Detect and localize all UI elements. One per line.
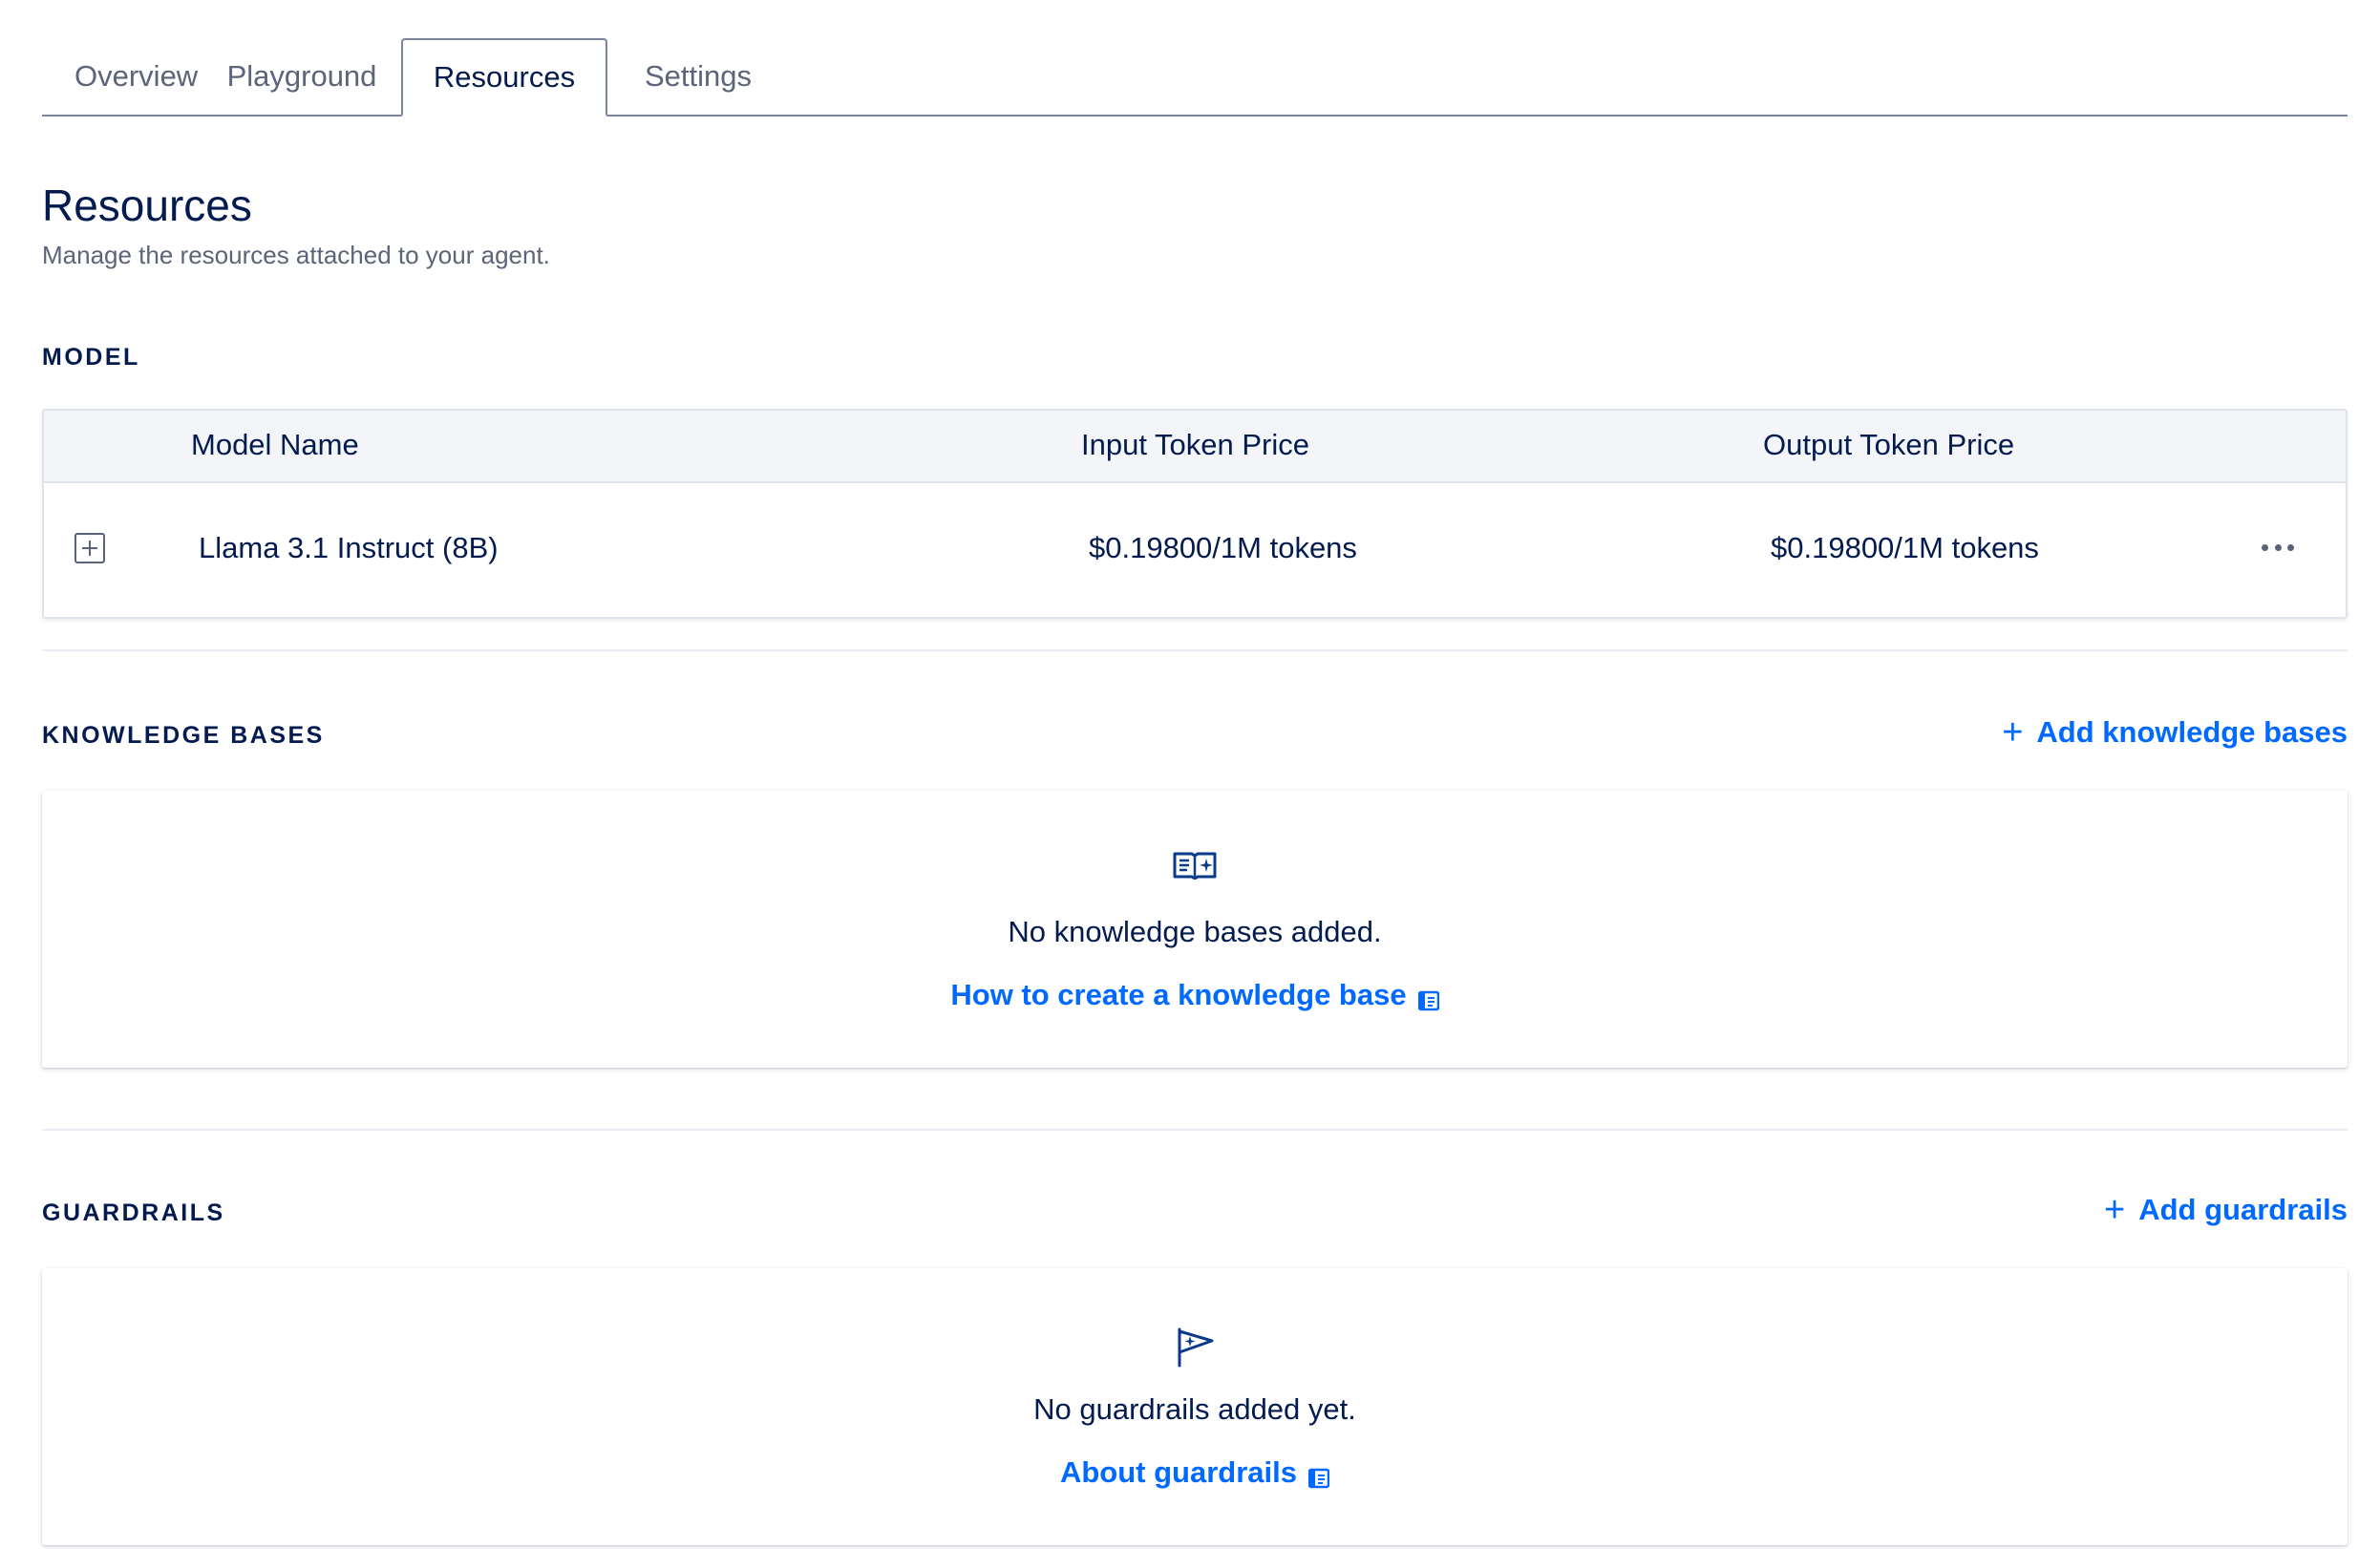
how-to-create-knowledge-base-label: How to create a knowledge base — [950, 978, 1407, 1011]
knowledge-bases-empty-card: No knowledge bases added. How to create … — [42, 791, 2348, 1068]
knowledge-base-doc-link-container: How to create a knowledge base — [42, 978, 2348, 1012]
resources-page: Overview Playground Resources Settings R… — [0, 0, 2380, 1549]
input-token-price-cell: $0.19800/1M tokens — [1089, 531, 1357, 564]
add-knowledge-bases-button[interactable]: + Add knowledge bases — [2002, 714, 2348, 751]
column-header-output-token-price: Output Token Price — [1763, 428, 2015, 461]
model-table: Model Name Input Token Price Output Toke… — [42, 409, 2348, 619]
tab-settings[interactable]: Settings — [607, 38, 789, 115]
knowledge-bases-section-label: KNOWLEDGE BASES — [42, 722, 325, 749]
tab-bar: Overview Playground Resources Settings — [42, 38, 2348, 117]
docs-book-icon — [1307, 1462, 1330, 1489]
tab-playground[interactable]: Playground — [202, 38, 401, 115]
section-divider — [42, 649, 2348, 651]
add-knowledge-bases-label: Add knowledge bases — [2036, 715, 2348, 749]
tab-overview[interactable]: Overview — [42, 38, 202, 115]
about-guardrails-label: About guardrails — [1059, 1455, 1297, 1489]
guardrails-doc-link-container: About guardrails — [42, 1455, 2348, 1490]
section-divider — [42, 1129, 2348, 1131]
flag-icon — [1174, 1326, 1216, 1372]
how-to-create-knowledge-base-link[interactable]: How to create a knowledge base — [950, 978, 1439, 1012]
page-subtitle: Manage the resources attached to your ag… — [42, 241, 550, 269]
knowledge-bases-empty-message: No knowledge bases added. — [1008, 915, 1382, 948]
plus-icon: + — [2002, 712, 2024, 753]
table-row: Llama 3.1 Instruct (8B) $0.19800/1M toke… — [44, 483, 2346, 619]
open-book-icon — [1172, 848, 1218, 887]
add-guardrails-button[interactable]: + Add guardrails — [2104, 1192, 2348, 1228]
output-token-price-cell: $0.19800/1M tokens — [1771, 531, 2039, 564]
guardrails-empty-card: No guardrails added yet. About guardrail… — [42, 1268, 2348, 1545]
model-section-label: MODEL — [42, 344, 140, 371]
column-header-model-name: Model Name — [191, 428, 359, 461]
plus-icon: + — [2104, 1190, 2126, 1230]
tab-resources[interactable]: Resources — [401, 38, 607, 117]
model-name-cell: Llama 3.1 Instruct (8B) — [199, 531, 499, 564]
add-guardrails-label: Add guardrails — [2138, 1193, 2348, 1226]
page-title: Resources — [42, 180, 252, 230]
column-header-input-token-price: Input Token Price — [1081, 428, 1309, 461]
expand-row-icon[interactable] — [74, 533, 105, 563]
model-table-header: Model Name Input Token Price Output Toke… — [44, 411, 2346, 483]
more-options-icon[interactable] — [2262, 541, 2294, 554]
about-guardrails-link[interactable]: About guardrails — [1059, 1455, 1330, 1490]
docs-book-icon — [1417, 985, 1439, 1011]
guardrails-empty-message: No guardrails added yet. — [1033, 1392, 1356, 1426]
guardrails-section-label: GUARDRAILS — [42, 1199, 225, 1226]
